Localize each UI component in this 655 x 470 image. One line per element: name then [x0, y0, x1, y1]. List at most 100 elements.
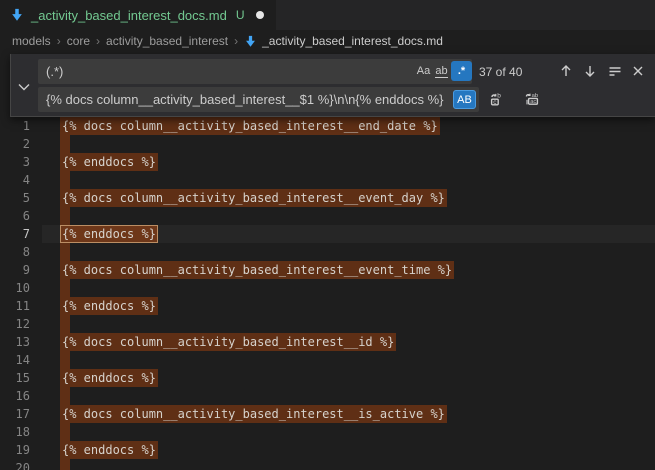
chevron-down-icon [17, 82, 31, 92]
empty-match-highlight [60, 459, 70, 470]
search-options: Aa ab .* [415, 61, 472, 81]
line-number: 8 [0, 243, 42, 261]
line-content [42, 351, 655, 369]
editor-row[interactable]: 20 [0, 459, 655, 470]
line-number: 17 [0, 405, 42, 423]
line-content [42, 423, 655, 441]
results-count: 37 of 40 [479, 65, 522, 79]
tab-activity-docs[interactable]: _activity_based_interest_docs.md U [0, 0, 276, 30]
match-case-label: Aa [417, 65, 430, 77]
line-number: 18 [0, 423, 42, 441]
line-content: {% enddocs %} [42, 153, 655, 171]
whole-word-label: ab [435, 65, 447, 78]
line-number: 4 [0, 171, 42, 189]
editor-row[interactable]: 6 [0, 207, 655, 225]
replace-icon: b c [489, 91, 505, 107]
line-number: 11 [0, 297, 42, 315]
line-content: {% docs column__activity_based_interest_… [42, 189, 655, 207]
git-status-badge: U [236, 8, 245, 22]
regex-toggle[interactable]: .* [451, 61, 472, 81]
editor-row[interactable]: 17{% docs column__activity_based_interes… [0, 405, 655, 423]
close-icon [632, 65, 644, 77]
editor-row[interactable]: 14 [0, 351, 655, 369]
preserve-case-label: AB [457, 94, 472, 106]
line-number: 19 [0, 441, 42, 459]
match-highlight: {% docs column__activity_based_interest_… [60, 333, 396, 351]
editor-row[interactable]: 16 [0, 387, 655, 405]
editor-row[interactable]: 7{% enddocs %} [0, 225, 655, 243]
empty-match-highlight [60, 243, 70, 261]
line-content: {% enddocs %} [42, 441, 655, 459]
line-content: {% enddocs %} [42, 369, 655, 387]
arrow-up-icon [559, 64, 573, 78]
editor-row[interactable]: 9{% docs column__activity_based_interest… [0, 261, 655, 279]
editor-row[interactable]: 4 [0, 171, 655, 189]
editor-row[interactable]: 11 {% enddocs %} [0, 297, 655, 315]
regex-label: .* [458, 65, 465, 77]
find-in-selection-button[interactable] [605, 61, 625, 81]
line-number: 13 [0, 333, 42, 351]
breadcrumb-item-models[interactable]: models [12, 34, 51, 48]
editor-row[interactable]: 12 [0, 315, 655, 333]
modified-dot-icon[interactable] [256, 11, 264, 19]
editor-row[interactable]: 19 {% enddocs %} [0, 441, 655, 459]
replace-input[interactable] [38, 87, 479, 112]
editor-row[interactable]: 5{% docs column__activity_based_interest… [0, 189, 655, 207]
search-input[interactable] [38, 59, 472, 84]
editor-row[interactable]: 8 [0, 243, 655, 261]
next-match-button[interactable] [580, 61, 600, 81]
replace-all-button[interactable]: ab ac [522, 89, 542, 109]
editor-row[interactable]: 15 {% enddocs %} [0, 369, 655, 387]
editor-row[interactable]: 2 [0, 135, 655, 153]
preserve-case-toggle[interactable]: AB [453, 90, 476, 109]
tab-filename: _activity_based_interest_docs.md [31, 8, 227, 23]
markdown-file-icon [244, 35, 257, 48]
match-highlight: {% enddocs %} [60, 225, 158, 243]
line-number: 15 [0, 369, 42, 387]
chevron-right-icon: › [96, 34, 100, 48]
line-number: 20 [0, 459, 42, 470]
line-content [42, 387, 655, 405]
empty-match-highlight [60, 351, 70, 369]
editor-row[interactable]: 1 {% docs column__activity_based_interest… [0, 117, 655, 135]
editor-row[interactable]: 18 [0, 423, 655, 441]
editor[interactable]: 1 {% docs column__activity_based_interest… [0, 117, 655, 470]
editor-row[interactable]: 10 [0, 279, 655, 297]
line-content: {% docs column__activity_based_interest_… [42, 117, 655, 135]
match-case-toggle[interactable]: Aa [415, 61, 432, 81]
arrow-down-icon [583, 64, 597, 78]
selection-lines-icon [608, 64, 622, 78]
empty-match-highlight [60, 135, 70, 153]
line-number: 3 [0, 153, 42, 171]
editor-row[interactable]: 3 {% enddocs %} [0, 153, 655, 171]
breadcrumb-item-core[interactable]: core [67, 34, 90, 48]
editor-lines: 1 {% docs column__activity_based_interest… [0, 117, 655, 470]
replace-button[interactable]: b c [487, 89, 507, 109]
empty-match-highlight [60, 279, 70, 297]
editor-row[interactable]: 13 {% docs column__activity_based_interes… [0, 333, 655, 351]
match-highlight: {% docs column__activity_based_interest_… [60, 117, 440, 135]
close-find-widget-button[interactable] [628, 61, 648, 81]
line-content: {% enddocs %} [42, 297, 655, 315]
line-number: 2 [0, 135, 42, 153]
match-highlight: {% enddocs %} [60, 369, 158, 387]
chevron-right-icon: › [57, 34, 61, 48]
chevron-right-icon: › [234, 34, 238, 48]
line-number: 5 [0, 189, 42, 207]
whole-word-toggle[interactable]: ab [433, 61, 450, 81]
line-number: 14 [0, 351, 42, 369]
match-highlight: {% enddocs %} [60, 441, 158, 459]
previous-match-button[interactable] [556, 61, 576, 81]
breadcrumb-item-file[interactable]: _activity_based_interest_docs.md [262, 34, 443, 48]
empty-match-highlight [60, 387, 70, 405]
breadcrumb-item-activity-based-interest[interactable]: activity_based_interest [106, 34, 228, 48]
svg-text:ac: ac [530, 99, 536, 105]
match-highlight: {% enddocs %} [60, 297, 158, 315]
toggle-replace-button[interactable] [11, 54, 38, 117]
line-number: 1 [0, 117, 42, 135]
line-content [42, 459, 655, 470]
line-content: {% docs column__activity_based_interest_… [42, 405, 655, 423]
line-number: 6 [0, 207, 42, 225]
line-content [42, 207, 655, 225]
match-highlight: {% enddocs %} [60, 153, 158, 171]
